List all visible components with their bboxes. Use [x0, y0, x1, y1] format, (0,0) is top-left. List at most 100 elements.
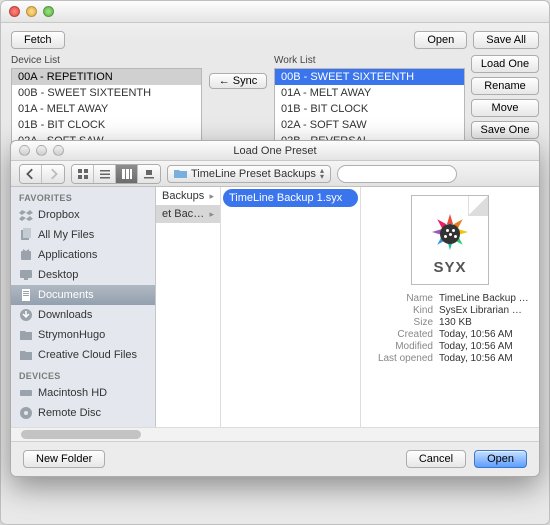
sidebar-item-all-my-files[interactable]: All My Files	[11, 225, 155, 245]
sidebar-item-label: Creative Cloud Files	[38, 349, 137, 361]
sidebar-item-applications[interactable]: Applications	[11, 245, 155, 265]
meta-key: Created	[371, 329, 433, 340]
preview-pane: SYX Name TimeLine Backup 1.syx Kind SysEx …	[361, 187, 539, 427]
fetch-button[interactable]: Fetch	[11, 31, 65, 49]
work-list-item[interactable]: 01B - BIT CLOCK	[275, 101, 464, 117]
sidebar-item-downloads[interactable]: Downloads	[11, 305, 155, 325]
meta-key: Kind	[371, 305, 433, 316]
sidebar-item-label: Remote Disc	[38, 407, 101, 419]
file-preview-icon: SYX	[411, 195, 489, 285]
rename-button[interactable]: Rename	[471, 77, 539, 95]
sheet-titlebar: Load One Preset	[11, 141, 539, 161]
sidebar-item-macintosh-hd[interactable]: Macintosh HD	[11, 383, 155, 403]
sidebar-item-remote-disc[interactable]: Remote Disc	[11, 403, 155, 423]
save-all-button[interactable]: Save All	[473, 31, 539, 49]
applications-icon	[19, 248, 33, 262]
sidebar-item-dropbox[interactable]: Dropbox	[11, 205, 155, 225]
device-list-item[interactable]: 00B - SWEET SIXTEENTH	[12, 85, 201, 101]
all-files-icon	[19, 228, 33, 242]
browser-column-2[interactable]: TimeLine Backup 1.syx	[221, 187, 361, 427]
sheet-toolbar: TimeLine Preset Backups ▴▾	[11, 161, 539, 187]
sync-label: Sync	[233, 75, 257, 87]
sidebar-heading-devices: DEVICES	[11, 365, 155, 383]
meta-value: 130 KB	[439, 317, 529, 328]
preview-metadata: Name TimeLine Backup 1.syx Kind SysEx Libr…	[371, 293, 529, 365]
work-list-label: Work List	[274, 55, 465, 66]
close-icon[interactable]	[9, 6, 20, 17]
meta-value: Today, 10:56 AM	[439, 329, 529, 340]
scrollbar-thumb[interactable]	[21, 430, 141, 439]
sidebar-item-label: Documents	[38, 289, 94, 301]
sidebar-item-label: Downloads	[38, 309, 92, 321]
zoom-icon[interactable]	[43, 6, 54, 17]
file-badge: SYX	[412, 259, 488, 276]
nav-back-forward[interactable]	[19, 164, 65, 184]
save-one-button[interactable]: Save One	[471, 121, 539, 139]
meta-key: Size	[371, 317, 433, 328]
minimize-icon[interactable]	[26, 6, 37, 17]
main-traffic-lights[interactable]	[9, 6, 54, 17]
meta-value: SysEx Librarian Do...	[439, 305, 529, 316]
cancel-button[interactable]: Cancel	[406, 450, 466, 468]
midi-din-icon	[440, 224, 460, 244]
column-row[interactable]: et Backups▸	[156, 205, 220, 223]
sidebar-item-desktop[interactable]: Desktop	[11, 265, 155, 285]
meta-key: Name	[371, 293, 433, 304]
close-icon[interactable]	[19, 145, 30, 156]
view-column-icon[interactable]	[116, 165, 138, 183]
sidebar[interactable]: FAVORITES Dropbox All My Files Applicati…	[11, 187, 156, 427]
view-icon-icon[interactable]	[72, 165, 94, 183]
sidebar-item-documents[interactable]: Documents	[11, 285, 155, 305]
device-list-item[interactable]: 01B - BIT CLOCK	[12, 117, 201, 133]
popup-arrows-icon: ▴▾	[320, 168, 324, 180]
sidebar-item-creative-cloud[interactable]: Creative Cloud Files	[11, 345, 155, 365]
path-folder-label: TimeLine Preset Backups	[191, 168, 316, 180]
work-list-item[interactable]: 02A - SOFT SAW	[275, 117, 464, 133]
work-list-item[interactable]: 01A - MELT AWAY	[275, 85, 464, 101]
back-button[interactable]	[20, 165, 42, 183]
view-coverflow-icon[interactable]	[138, 165, 160, 183]
open-dialog: Load One Preset TimeLine Preset Backups …	[10, 140, 540, 477]
move-button[interactable]: Move	[471, 99, 539, 117]
sidebar-item-label: Macintosh HD	[38, 387, 107, 399]
new-folder-button[interactable]: New Folder	[23, 450, 105, 468]
column-row-selected[interactable]: TimeLine Backup 1.syx	[223, 189, 358, 207]
main-titlebar	[1, 1, 549, 23]
dropbox-icon	[19, 208, 33, 222]
disk-icon	[19, 386, 33, 400]
view-list-icon[interactable]	[94, 165, 116, 183]
zoom-icon	[53, 145, 64, 156]
column-row[interactable]: Backups▸	[156, 187, 220, 205]
chevron-right-icon: ▸	[209, 209, 214, 220]
browser-column-1[interactable]: Backups▸ et Backups▸	[156, 187, 221, 427]
work-list-item[interactable]: 00B - SWEET SIXTEENTH	[275, 69, 464, 85]
arrow-left-icon: ←	[219, 75, 230, 87]
desktop-icon	[19, 268, 33, 282]
meta-value: Today, 10:56 AM	[439, 341, 529, 352]
search-field[interactable]	[337, 165, 457, 183]
sidebar-item-label: Applications	[38, 249, 97, 261]
forward-button[interactable]	[42, 165, 64, 183]
path-popup[interactable]: TimeLine Preset Backups ▴▾	[167, 165, 331, 183]
search-input[interactable]	[348, 168, 490, 180]
disc-icon	[19, 406, 33, 420]
load-one-button[interactable]: Load One	[471, 55, 539, 73]
meta-value: TimeLine Backup 1.syx	[439, 293, 529, 304]
open-button[interactable]: Open	[414, 31, 467, 49]
folder-icon	[174, 168, 187, 179]
device-list-label: Device List	[11, 55, 202, 66]
file-browser: FAVORITES Dropbox All My Files Applicati…	[11, 187, 539, 427]
device-list-item[interactable]: 00A - REPETITION	[12, 69, 201, 85]
horizontal-scrollbar[interactable]	[11, 427, 539, 441]
device-list-item[interactable]: 01A - MELT AWAY	[12, 101, 201, 117]
meta-key: Modified	[371, 341, 433, 352]
documents-icon	[19, 288, 33, 302]
sidebar-item-strymonhugo[interactable]: StrymonHugo	[11, 325, 155, 345]
sidebar-item-label: Dropbox	[38, 209, 80, 221]
sidebar-heading-favorites: FAVORITES	[11, 187, 155, 205]
sync-button[interactable]: ← Sync	[209, 73, 268, 89]
open-confirm-button[interactable]: Open	[474, 450, 527, 468]
folder-icon	[19, 328, 33, 342]
view-mode-selector[interactable]	[71, 164, 161, 184]
column-row-label: Backups	[162, 190, 204, 202]
